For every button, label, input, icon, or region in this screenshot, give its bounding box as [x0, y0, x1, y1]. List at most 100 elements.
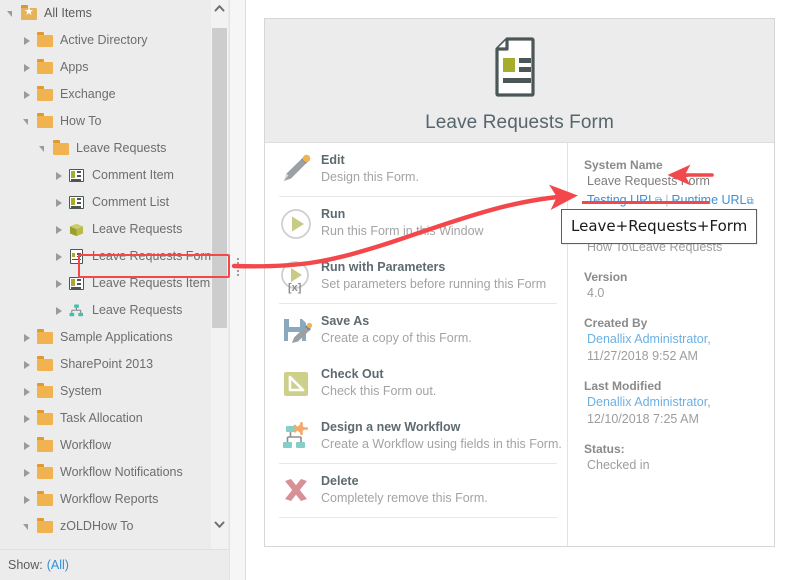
- tree-item-leave-requests[interactable]: Leave Requests: [0, 135, 228, 162]
- expander-expand-icon[interactable]: [52, 304, 66, 318]
- folder-icon: [36, 517, 54, 535]
- expander-collapse-icon[interactable]: [20, 115, 34, 129]
- item-detail-panel: Leave Requests Form Edit Design this For…: [264, 18, 775, 547]
- action-edit[interactable]: Edit Design this Form.: [265, 143, 567, 196]
- last-modified-date: 12/10/2018 7:25 AM: [587, 412, 699, 426]
- last-modified-label: Last Modified: [584, 379, 662, 393]
- save-as-icon: [279, 314, 313, 348]
- tree-item-workflow[interactable]: Workflow: [0, 432, 228, 459]
- tree-item-task-allocation[interactable]: Task Allocation: [0, 405, 228, 432]
- tree-item-leave-requests[interactable]: Leave Requests: [0, 216, 228, 243]
- action-title: Check Out: [321, 367, 384, 381]
- actions-list: Edit Design this Form. Run Run this Form…: [265, 143, 568, 546]
- action-design-new-workflow[interactable]: Design a new Workflow Create a Workflow …: [265, 410, 567, 463]
- action-title: Edit: [321, 153, 345, 167]
- system-name-value: Leave Requests Form: [587, 174, 710, 188]
- tree-item-exchange[interactable]: Exchange: [0, 81, 228, 108]
- expander-collapse-icon[interactable]: [4, 7, 18, 21]
- tree-item-sample-applications[interactable]: Sample Applications: [0, 324, 228, 351]
- tree-item-label: SharePoint 2013: [60, 357, 154, 371]
- folder-star-icon: [20, 4, 38, 22]
- panel-splitter[interactable]: [229, 0, 246, 580]
- system-name-tooltip: Leave+Requests+Form: [561, 209, 758, 244]
- expander-expand-icon[interactable]: [20, 439, 34, 453]
- tree-item-leave-requests-item[interactable]: Leave Requests Item: [0, 270, 228, 297]
- action-save-as[interactable]: Save As Create a copy of this Form.: [265, 304, 567, 357]
- expander-expand-icon[interactable]: [20, 34, 34, 48]
- action-delete[interactable]: Delete Completely remove this Form.: [265, 464, 567, 517]
- system-name-underline-annotation: [582, 201, 709, 204]
- scroll-down-arrow[interactable]: [211, 518, 228, 535]
- action-check-out[interactable]: Check Out Check this Form out.: [265, 357, 567, 410]
- splitter-grip[interactable]: [237, 258, 239, 280]
- last-modified-user-link[interactable]: Denallix Administrator: [587, 395, 707, 409]
- play-params-icon: [x]: [279, 260, 313, 294]
- expander-expand-icon[interactable]: [20, 493, 34, 507]
- tree-item-apps[interactable]: Apps: [0, 54, 228, 81]
- tree-item-sharepoint-2013[interactable]: SharePoint 2013: [0, 351, 228, 378]
- delete-x-icon: [279, 474, 313, 508]
- folder-icon: [36, 463, 54, 481]
- tree-item-comment-item[interactable]: Comment Item: [0, 162, 228, 189]
- expander-expand-icon[interactable]: [52, 277, 66, 291]
- expander-expand-icon[interactable]: [20, 331, 34, 345]
- play-run-icon: [279, 207, 313, 241]
- divider: [279, 517, 557, 518]
- tree-item-leave-requests-form[interactable]: Leave Requests Form: [0, 243, 228, 270]
- tree-item-comment-list[interactable]: Comment List: [0, 189, 228, 216]
- folder-icon: [36, 355, 54, 373]
- expander-expand-icon[interactable]: [20, 61, 34, 75]
- runtime-url-link[interactable]: Runtime URL: [671, 193, 746, 207]
- action-desc: Set parameters before running this Form: [321, 277, 547, 291]
- expander-expand-icon[interactable]: [52, 250, 66, 264]
- show-filter-link[interactable]: (All): [47, 558, 69, 572]
- expander-expand-icon[interactable]: [20, 88, 34, 102]
- tree-item-system[interactable]: System: [0, 378, 228, 405]
- tree-item-label: zOLDHow To: [60, 519, 134, 533]
- scroll-up-arrow[interactable]: [211, 2, 228, 19]
- expander-expand-icon[interactable]: [52, 196, 66, 210]
- expander-expand-icon[interactable]: [20, 385, 34, 399]
- scrollbar-thumb[interactable]: [212, 28, 227, 328]
- tree-item-active-directory[interactable]: Active Directory: [0, 27, 228, 54]
- testing-url-link[interactable]: Testing URL: [587, 193, 655, 207]
- tree-scroll-area[interactable]: All Items Active Directory Apps Exchange How…: [0, 0, 228, 549]
- tree-item-workflow-notifications[interactable]: Workflow Notifications: [0, 459, 228, 486]
- show-label: Show:: [8, 558, 43, 572]
- tree-item-all-items[interactable]: All Items: [0, 0, 228, 27]
- expander-expand-icon[interactable]: [20, 466, 34, 480]
- tree-item-leave-requests[interactable]: Leave Requests: [0, 297, 228, 324]
- detail-header: Leave Requests Form: [265, 19, 774, 143]
- created-by-user-link[interactable]: Denallix Administrator: [587, 332, 707, 346]
- expander-expand-icon[interactable]: [52, 169, 66, 183]
- tree-item-label: Workflow Reports: [60, 492, 159, 506]
- tree-item-label: Task Allocation: [60, 411, 143, 425]
- expander-expand-icon[interactable]: [20, 412, 34, 426]
- workflow-icon: [68, 303, 86, 319]
- folder-icon: [52, 139, 70, 157]
- tree-item-label: Sample Applications: [60, 330, 173, 344]
- form-document-icon: [68, 248, 86, 265]
- tree-item-label: Workflow Notifications: [60, 465, 183, 479]
- tree-item-workflow-reports[interactable]: Workflow Reports: [0, 486, 228, 513]
- tree-item-how-to[interactable]: How To: [0, 108, 228, 135]
- expander-collapse-icon[interactable]: [36, 142, 50, 156]
- tree-item-zoldhow-to[interactable]: zOLDHow To: [0, 513, 228, 540]
- expander-expand-icon[interactable]: [20, 358, 34, 372]
- tree-scrollbar[interactable]: [211, 0, 228, 549]
- action-run-with-parameters[interactable]: [x] Run with Parameters Set parameters b…: [265, 250, 567, 303]
- action-desc: Design this Form.: [321, 170, 419, 184]
- tree-list: All Items Active Directory Apps Exchange How…: [0, 0, 228, 540]
- action-run[interactable]: Run Run this Form in this Window: [265, 197, 567, 250]
- tree-item-label: Active Directory: [60, 33, 148, 47]
- tree-item-label: How To: [60, 114, 102, 128]
- expander-collapse-icon[interactable]: [20, 520, 34, 534]
- comma: ,: [707, 395, 711, 409]
- tree-item-label: Leave Requests: [92, 222, 183, 236]
- expander-expand-icon[interactable]: [52, 223, 66, 237]
- action-title: Delete: [321, 474, 359, 488]
- action-desc: Run this Form in this Window: [321, 224, 484, 238]
- folder-icon: [36, 31, 54, 49]
- tree-item-label: Leave Requests Item: [92, 276, 211, 290]
- action-title: Design a new Workflow: [321, 420, 461, 434]
